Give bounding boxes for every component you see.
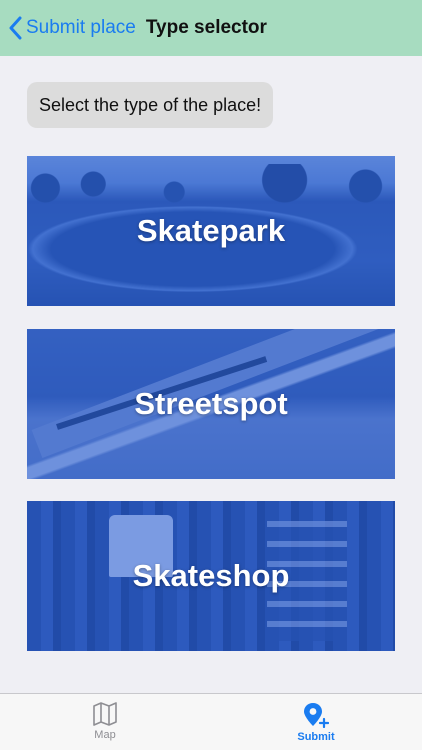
skateshop-label: Skateshop: [132, 558, 290, 593]
map-icon: [93, 702, 117, 726]
tab-submit-label: Submit: [297, 731, 335, 743]
streetspot-card[interactable]: Streetspot: [27, 329, 395, 479]
streetspot-label: Streetspot: [134, 386, 288, 421]
main-content: Select the type of the place! Skatepark …: [0, 56, 422, 693]
page-title: Type selector: [145, 17, 267, 38]
tab-bar: Map Submit: [0, 693, 422, 750]
instruction-label: Select the type of the place!: [27, 82, 274, 128]
navigation-bar: Submit place Type selector: [0, 0, 422, 56]
tab-map-label: Map: [94, 729, 116, 741]
pin-plus-icon: [304, 703, 329, 728]
skatepark-card[interactable]: Skatepark: [27, 156, 395, 306]
tab-map[interactable]: Map: [55, 694, 155, 750]
back-label: Submit place: [26, 17, 136, 38]
chevron-left-icon: [9, 16, 22, 40]
back-button[interactable]: Submit place: [8, 16, 136, 40]
tab-submit[interactable]: Submit: [266, 694, 366, 750]
skatepark-label: Skatepark: [136, 213, 286, 248]
skateshop-card[interactable]: Skateshop: [27, 501, 395, 651]
